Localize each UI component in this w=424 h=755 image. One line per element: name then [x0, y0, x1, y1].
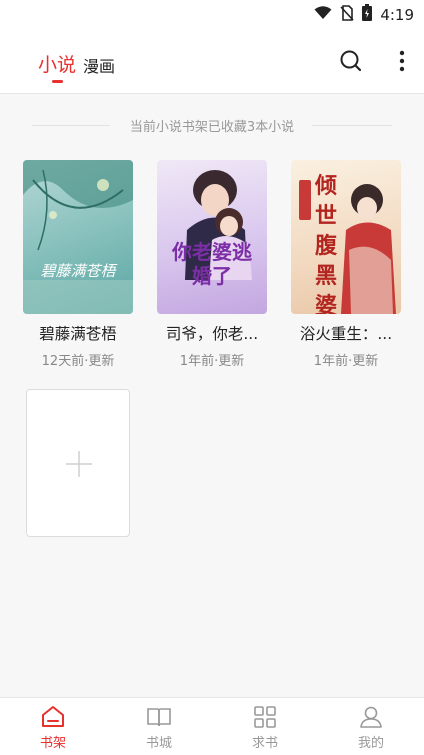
book-update-status: 1年前·更新	[313, 354, 379, 369]
home-icon	[23, 704, 83, 730]
tab-active-indicator	[52, 80, 63, 83]
book-card[interactable]: 倾世腹黑婆 浴火重生：... 1年前·更新	[291, 160, 401, 369]
book-open-icon	[129, 704, 189, 730]
nav-item-profile[interactable]: 我的	[341, 704, 401, 751]
battery-icon	[362, 4, 373, 25]
nav-label: 书架	[39, 736, 66, 751]
nav-label: 我的	[357, 736, 384, 751]
divider-right	[312, 125, 392, 126]
nav-label: 书城	[145, 736, 172, 751]
book-title: 浴火重生：...	[299, 325, 393, 343]
book-update-status: 12天前·更新	[41, 354, 115, 369]
book-cover[interactable]: 碧藤满苍梧	[23, 160, 133, 314]
nav-item-bookstore[interactable]: 书城	[129, 704, 189, 751]
nav-item-request[interactable]: 求书	[235, 704, 295, 751]
nav-item-bookshelf[interactable]: 书架	[23, 704, 83, 751]
shelf-summary: 当前小说书架已收藏3本小说	[0, 110, 424, 140]
tab-comic[interactable]: 漫画	[83, 53, 115, 77]
book-update-status: 1年前·更新	[179, 354, 245, 369]
nav-label: 求书	[251, 736, 278, 751]
cover-title-text: 倾世腹黑婆	[314, 174, 337, 314]
status-time: 4:19	[380, 5, 414, 24]
add-book-button[interactable]	[26, 389, 130, 537]
book-title: 碧藤满苍梧	[39, 325, 117, 343]
more-vert-icon[interactable]	[392, 48, 412, 74]
tab-novel[interactable]: 小说	[38, 50, 77, 83]
wifi-icon	[314, 5, 332, 24]
grid-icon	[235, 704, 295, 730]
book-cover[interactable]: 倾世腹黑婆	[291, 160, 401, 314]
top-header: 小说 漫画	[0, 30, 424, 94]
tab-comic-label: 漫画	[83, 57, 116, 76]
book-card[interactable]: 你老婆逃婚了 司爷，你老... 1年前·更新	[157, 160, 267, 369]
user-icon	[341, 704, 401, 730]
plus-icon	[64, 449, 94, 483]
cover-title-text: 碧藤满苍梧	[40, 262, 116, 280]
cover-title-text: 你老婆逃婚了	[172, 240, 252, 288]
book-card[interactable]: 碧藤满苍梧 碧藤满苍梧 12天前·更新	[23, 160, 133, 369]
no-sim-icon	[340, 4, 354, 25]
status-bar: 4:19	[0, 0, 424, 30]
book-title: 司爷，你老...	[165, 325, 259, 343]
bottom-navigation: 书架 书城 求书 我的	[0, 697, 424, 755]
tab-novel-label: 小说	[38, 54, 77, 76]
book-cover[interactable]: 你老婆逃婚了	[157, 160, 267, 314]
search-icon[interactable]	[338, 48, 364, 74]
